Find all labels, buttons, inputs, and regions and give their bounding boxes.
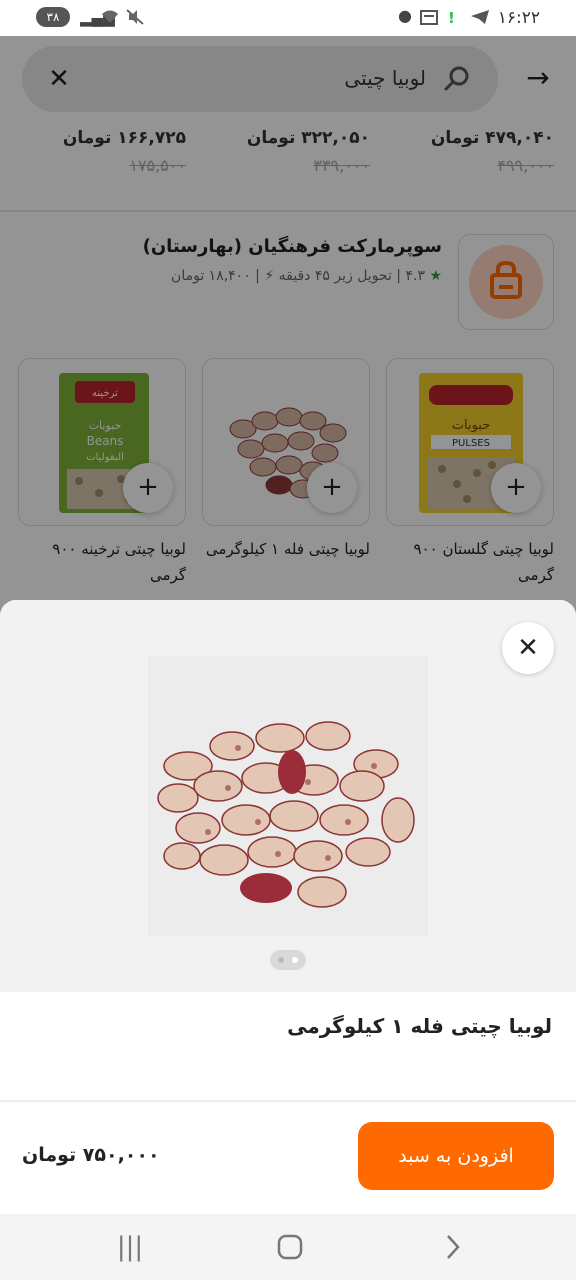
battery-indicator: ۳۸ (36, 7, 70, 27)
gallery-pagination (270, 950, 306, 970)
telegram-icon (470, 9, 490, 29)
home-icon[interactable] (270, 1230, 310, 1264)
close-icon[interactable]: ✕ (502, 622, 554, 674)
pagination-dot-active[interactable] (292, 957, 298, 963)
dot-icon: ● (398, 6, 412, 25)
pagination-dot[interactable] (278, 957, 284, 963)
recents-icon[interactable]: ||| (110, 1230, 150, 1264)
image-gallery: ✕ (0, 600, 576, 992)
clock: ۱۶:۲۲ (497, 8, 540, 28)
product-photo[interactable] (148, 656, 428, 936)
divider (0, 1100, 576, 1102)
mute-icon (126, 9, 144, 29)
system-nav-bar: ||| (0, 1214, 576, 1280)
product-price: ۷۵۰,۰۰۰ تومان (22, 1144, 160, 1166)
product-detail-sheet: ✕ لوبیا چیتی فله ۱ کیلوگرمی افزودن به سب… (0, 600, 576, 1214)
exclamation-icon: ! (448, 9, 455, 27)
wifi-icon (100, 9, 120, 29)
back-chevron-icon[interactable] (432, 1230, 472, 1264)
status-bar: ۳۸ ▂▄▆ ● ! ۱۶:۲۲ (0, 0, 576, 36)
calendar-icon (420, 9, 438, 29)
add-to-cart-button[interactable]: افزودن به سبد (358, 1122, 554, 1190)
product-title: لوبیا چیتی فله ۱ کیلوگرمی (287, 1014, 552, 1038)
